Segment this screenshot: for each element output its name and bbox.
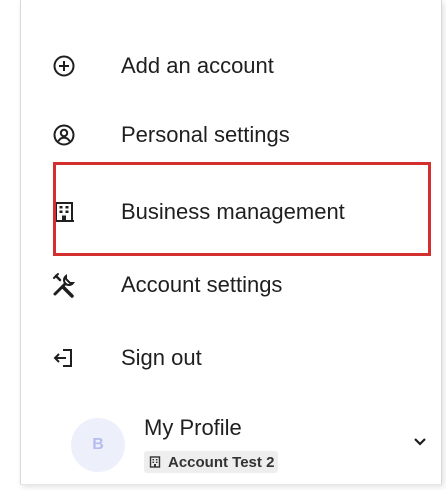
plus-circle-icon [51,53,77,79]
chevron-down-icon[interactable] [409,431,431,453]
menu-item-label: Personal settings [121,122,290,147]
menu-item-account-settings[interactable]: Account settings [51,265,421,305]
menu-item-sign-out[interactable]: Sign out [51,338,421,378]
screenshot-frame: Add an account Personal settings Busines… [0,0,446,490]
sign-out-icon [51,345,77,371]
profile-section[interactable]: B My Profile Account Test 2 [71,415,441,475]
menu-item-add-account[interactable]: Add an account [51,46,421,86]
menu-item-label: Add an account [121,53,274,78]
menu-item-label: Sign out [121,345,202,370]
menu-item-personal-settings[interactable]: Personal settings [51,115,421,155]
profile-name: My Profile [144,415,242,440]
user-circle-icon [51,122,77,148]
menu-item-label: Account settings [121,272,283,297]
account-menu-panel: Add an account Personal settings Busines… [20,0,442,485]
tools-icon [51,272,77,298]
avatar: B [71,418,125,472]
highlight-annotation-box [53,162,431,256]
account-badge: Account Test 2 [144,451,279,473]
building-icon [148,455,162,469]
account-name: Account Test 2 [168,453,275,471]
